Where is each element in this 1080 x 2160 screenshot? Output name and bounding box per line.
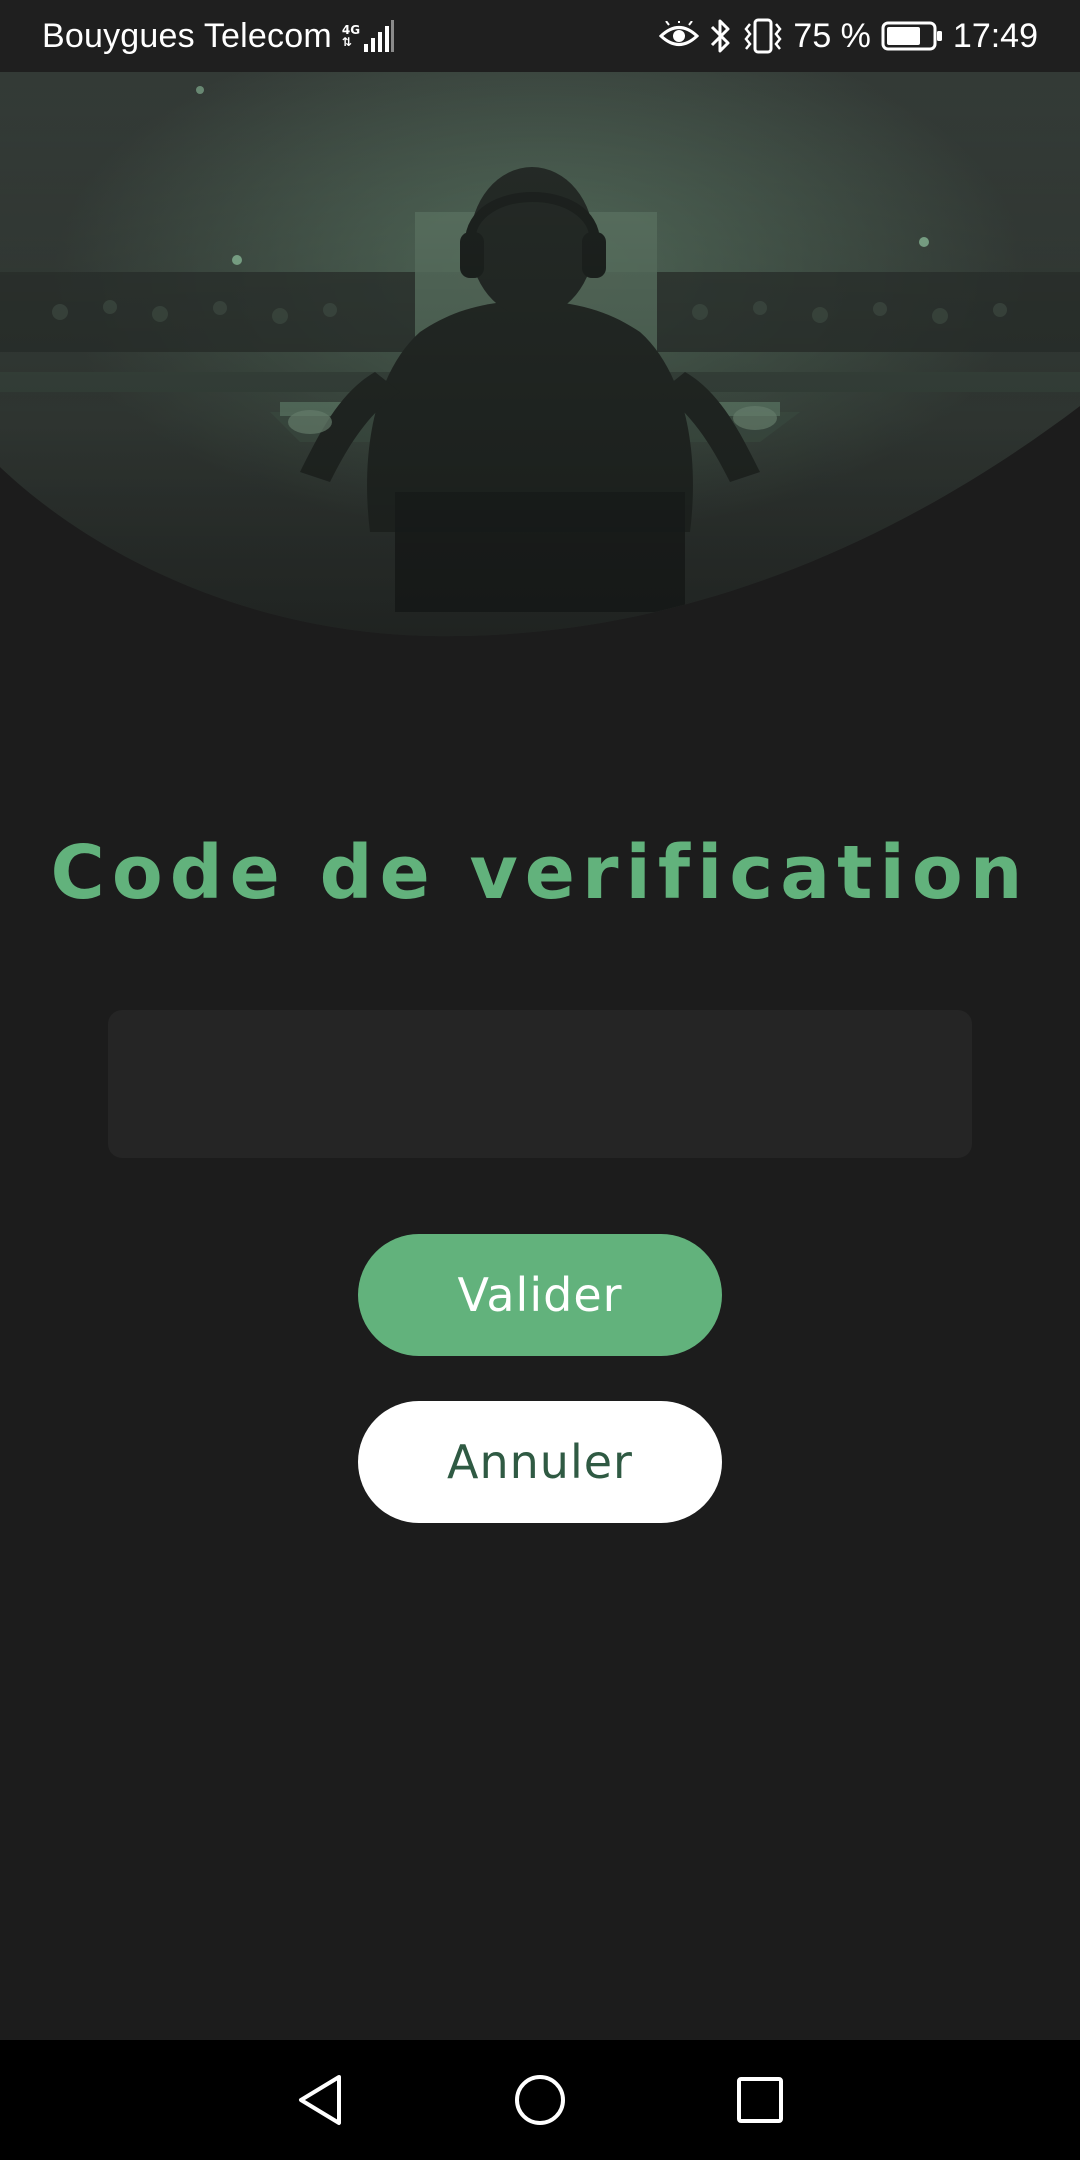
eye-comfort-icon — [659, 21, 700, 46]
home-icon — [515, 2075, 565, 2125]
network-type-label: 4G ⇅ — [342, 24, 360, 48]
status-bar: Bouygues Telecom 4G ⇅ 75 % 17:49 — [0, 0, 1080, 72]
battery-icon — [881, 21, 942, 51]
status-left: Bouygues Telecom 4G ⇅ — [42, 16, 395, 56]
carrier-name: Bouygues Telecom — [42, 16, 332, 55]
verification-screen: Bouygues Telecom 4G ⇅ 75 % 17:49 Code de… — [0, 0, 1080, 2160]
battery-percent: 75 % — [793, 16, 871, 55]
vibrate-icon — [744, 18, 783, 54]
navigation-bar — [0, 2040, 1080, 2160]
recents-button[interactable] — [725, 2065, 795, 2135]
verification-code-input[interactable] — [108, 1010, 972, 1158]
back-icon — [299, 2075, 341, 2125]
status-right: 75 % 17:49 — [659, 17, 1038, 56]
hero-image — [0, 72, 1080, 637]
cancel-button[interactable]: Annuler — [358, 1401, 722, 1523]
back-button[interactable] — [285, 2065, 355, 2135]
data-arrows-icon: ⇅ — [341, 35, 352, 49]
recents-icon — [737, 2077, 783, 2123]
validate-button[interactable]: Valider — [358, 1234, 722, 1356]
home-button[interactable] — [505, 2065, 575, 2135]
network-indicator: 4G ⇅ — [342, 20, 395, 52]
signal-icon — [364, 20, 395, 52]
page-title: Code de verification — [50, 830, 1030, 916]
clock: 17:49 — [952, 16, 1038, 55]
bluetooth-icon — [711, 19, 730, 53]
